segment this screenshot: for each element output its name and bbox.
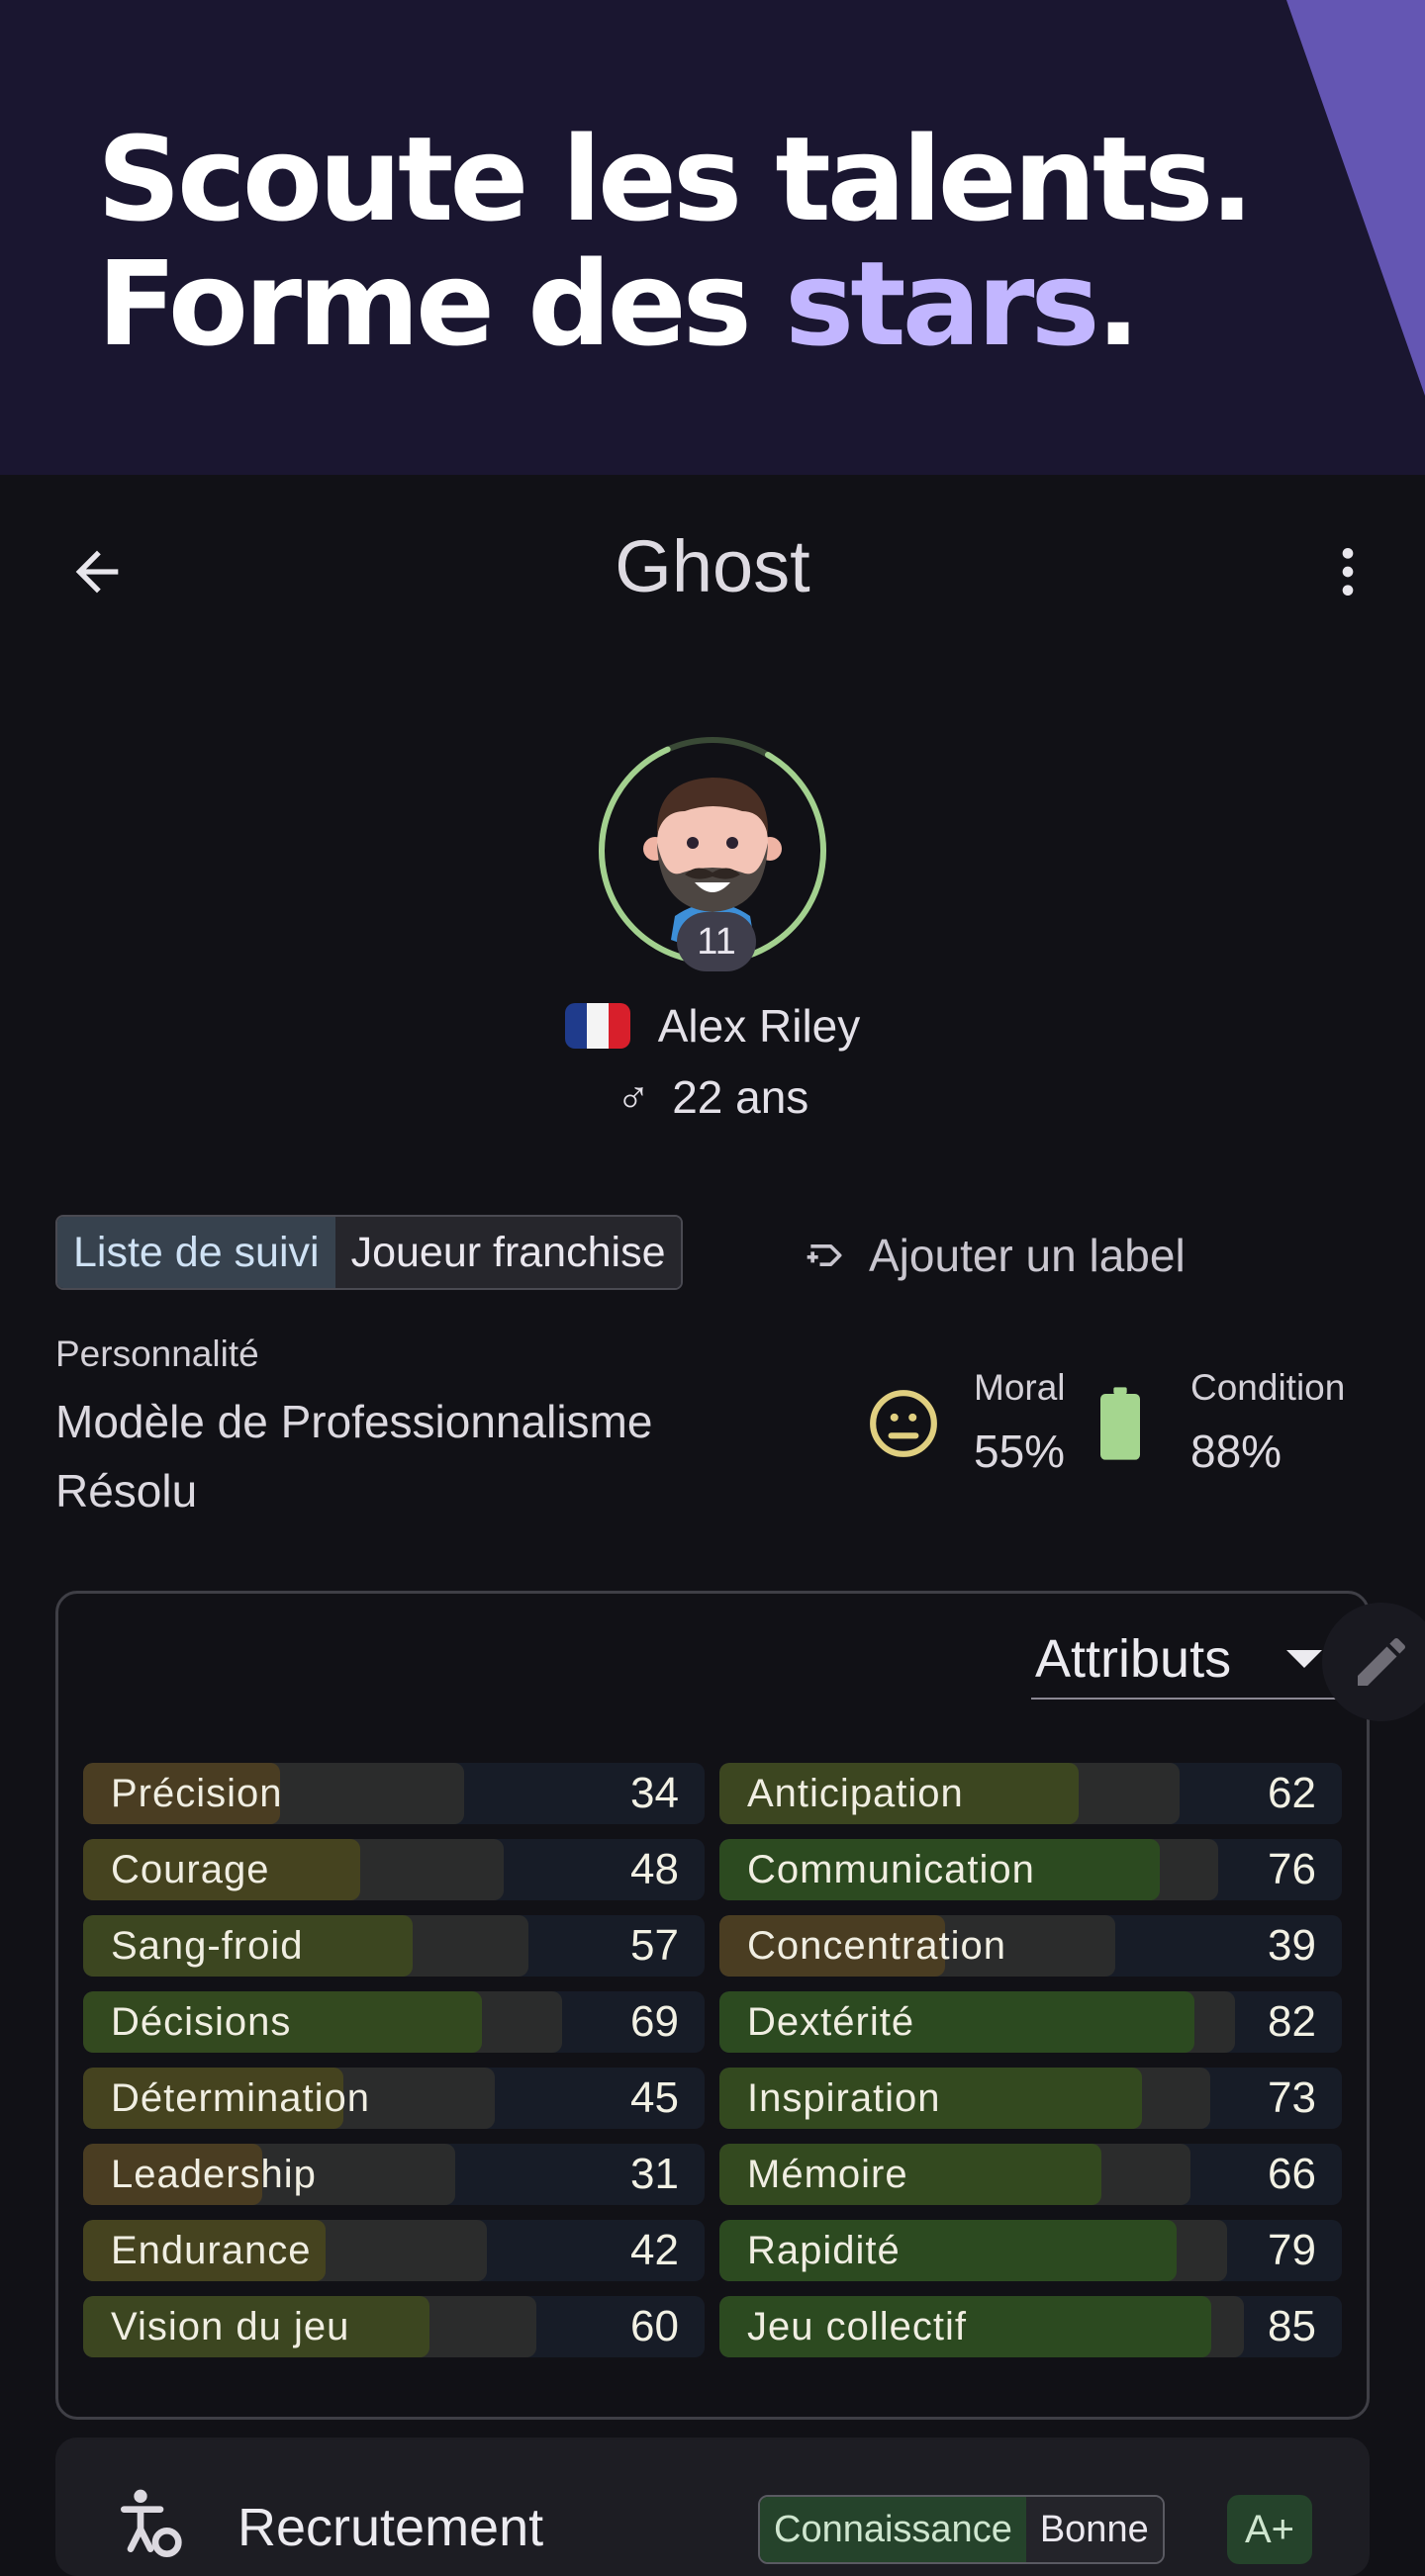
neutral-face-icon <box>870 1390 937 1457</box>
attribute-row[interactable]: Communication 76 <box>719 1839 1342 1900</box>
personality-value: Modèle de Professionnalisme Résolu <box>55 1396 653 1517</box>
app-bar: Ghost <box>0 475 1425 668</box>
attribute-label: Communication <box>747 1848 1035 1891</box>
attribute-value: 85 <box>1268 2302 1316 2350</box>
label-chip-watchlist[interactable]: Liste de suivi <box>57 1217 335 1288</box>
player-name: Alex Riley <box>657 1000 861 1052</box>
page-title: Ghost <box>615 525 810 607</box>
attribute-label: Décisions <box>111 2000 292 2044</box>
attribute-label: Rapidité <box>747 2229 901 2272</box>
knowledge-chip: Connaissance Bonne <box>758 2495 1165 2564</box>
attribute-value: 57 <box>630 1921 679 1970</box>
headline-accent-word: stars <box>784 235 1100 372</box>
attribute-row[interactable]: Précision 34 <box>83 1763 705 1824</box>
attribute-value: 73 <box>1268 2073 1316 2122</box>
attribute-label: Mémoire <box>747 2153 908 2196</box>
jersey-number-badge: 11 <box>677 912 756 971</box>
attribute-row[interactable]: Concentration 39 <box>719 1915 1342 1977</box>
attribute-value: 31 <box>630 2150 679 2198</box>
france-flag-icon <box>564 1003 630 1049</box>
attribute-value: 45 <box>630 2073 679 2122</box>
attribute-row[interactable]: Anticipation 62 <box>719 1763 1342 1824</box>
attribute-value: 34 <box>630 1769 679 1817</box>
attribute-value: 39 <box>1268 1921 1316 1970</box>
attribute-label: Dextérité <box>747 2000 915 2044</box>
knowledge-caption: Connaissance <box>760 2497 1026 2562</box>
attribute-value: 60 <box>630 2302 679 2350</box>
add-label-text: Ajouter un label <box>869 1230 1186 1281</box>
headline-line-2-suffix: . <box>1095 235 1141 372</box>
chevron-down-icon <box>1286 1650 1322 1668</box>
attribute-row[interactable]: Inspiration 73 <box>719 2068 1342 2129</box>
attribute-row[interactable]: Jeu collectif 85 <box>719 2296 1342 2357</box>
moral-caption: Moral <box>974 1367 1066 1408</box>
attribute-row[interactable]: Endurance 42 <box>83 2220 705 2281</box>
attribute-row[interactable]: Dextérité 82 <box>719 1991 1342 2053</box>
attribute-label: Courage <box>111 1848 270 1891</box>
label-chips: Liste de suivi Joueur franchise <box>55 1215 684 1290</box>
headline-line-2-prefix: Forme des <box>97 235 785 372</box>
recruitment-card[interactable]: Recrutement Connaissance Bonne A+ <box>55 2438 1370 2576</box>
attribute-row[interactable]: Mémoire 66 <box>719 2144 1342 2205</box>
attribute-label: Endurance <box>111 2229 312 2272</box>
attribute-label: Inspiration <box>747 2076 941 2120</box>
attribute-label: Jeu collectif <box>747 2305 967 2348</box>
attribute-value: 62 <box>1268 1769 1316 1817</box>
attribute-row[interactable]: Courage 48 <box>83 1839 705 1900</box>
attribute-value: 82 <box>1268 1997 1316 2046</box>
attribute-row[interactable]: Décisions 69 <box>83 1991 705 2053</box>
attribute-value: 76 <box>1268 1845 1316 1893</box>
accessibility-icon <box>121 2489 182 2557</box>
new-label-icon <box>807 1244 842 1266</box>
knowledge-value: Bonne <box>1025 2497 1163 2562</box>
attribute-row[interactable]: Vision du jeu 60 <box>83 2296 705 2357</box>
attribute-value: 66 <box>1268 2150 1316 2198</box>
more-options-button[interactable] <box>1312 536 1383 607</box>
banner-headline: Scoute les talents. Forme des stars. <box>97 117 1254 366</box>
attribute-label: Leadership <box>111 2153 317 2196</box>
label-chip-franchise-player[interactable]: Joueur franchise <box>334 1217 682 1288</box>
attributes-dropdown-label: Attributs <box>1035 1629 1232 1689</box>
attribute-label: Concentration <box>747 1924 1007 1968</box>
player-age-row: ♂ 22 ans <box>0 1070 1425 1124</box>
recruitment-title: Recrutement <box>238 2498 544 2557</box>
player-age: 22 ans <box>672 1071 809 1123</box>
headline-line-1: Scoute les talents. <box>97 111 1254 247</box>
recruitment-grade-badge: A+ <box>1227 2495 1312 2564</box>
pencil-icon <box>1358 1637 1406 1686</box>
attribute-row[interactable]: Leadership 31 <box>83 2144 705 2205</box>
attribute-label: Vision du jeu <box>111 2305 350 2348</box>
attribute-row[interactable]: Rapidité 79 <box>719 2220 1342 2281</box>
attributes-dropdown[interactable]: Attributs <box>1031 1620 1342 1700</box>
attribute-label: Précision <box>111 1772 283 1815</box>
attribute-value: 42 <box>630 2226 679 2274</box>
attribute-label: Détermination <box>111 2076 371 2120</box>
banner-accent-shape <box>1286 0 1425 396</box>
more-vert-icon <box>1342 548 1354 596</box>
attribute-value: 79 <box>1268 2226 1316 2274</box>
moral-value: 55% <box>974 1426 1066 1477</box>
condition-value: 88% <box>1190 1426 1282 1477</box>
promo-banner: Scoute les talents. Forme des stars. <box>0 0 1425 475</box>
male-gender-icon: ♂ <box>616 1071 651 1123</box>
attribute-label: Anticipation <box>747 1772 964 1815</box>
player-name-row: Alex Riley <box>0 999 1425 1053</box>
personality-caption: Personnalité <box>55 1334 259 1374</box>
attribute-row[interactable]: Sang-froid 57 <box>83 1915 705 1977</box>
attribute-row[interactable]: Détermination 45 <box>83 2068 705 2129</box>
attribute-value: 48 <box>630 1845 679 1893</box>
add-label-button[interactable]: Ajouter un label <box>804 1229 1186 1282</box>
attribute-label: Sang-froid <box>111 1924 304 1968</box>
condition-caption: Condition <box>1190 1367 1346 1408</box>
attribute-value: 69 <box>630 1997 679 2046</box>
battery-icon <box>1100 1387 1140 1460</box>
